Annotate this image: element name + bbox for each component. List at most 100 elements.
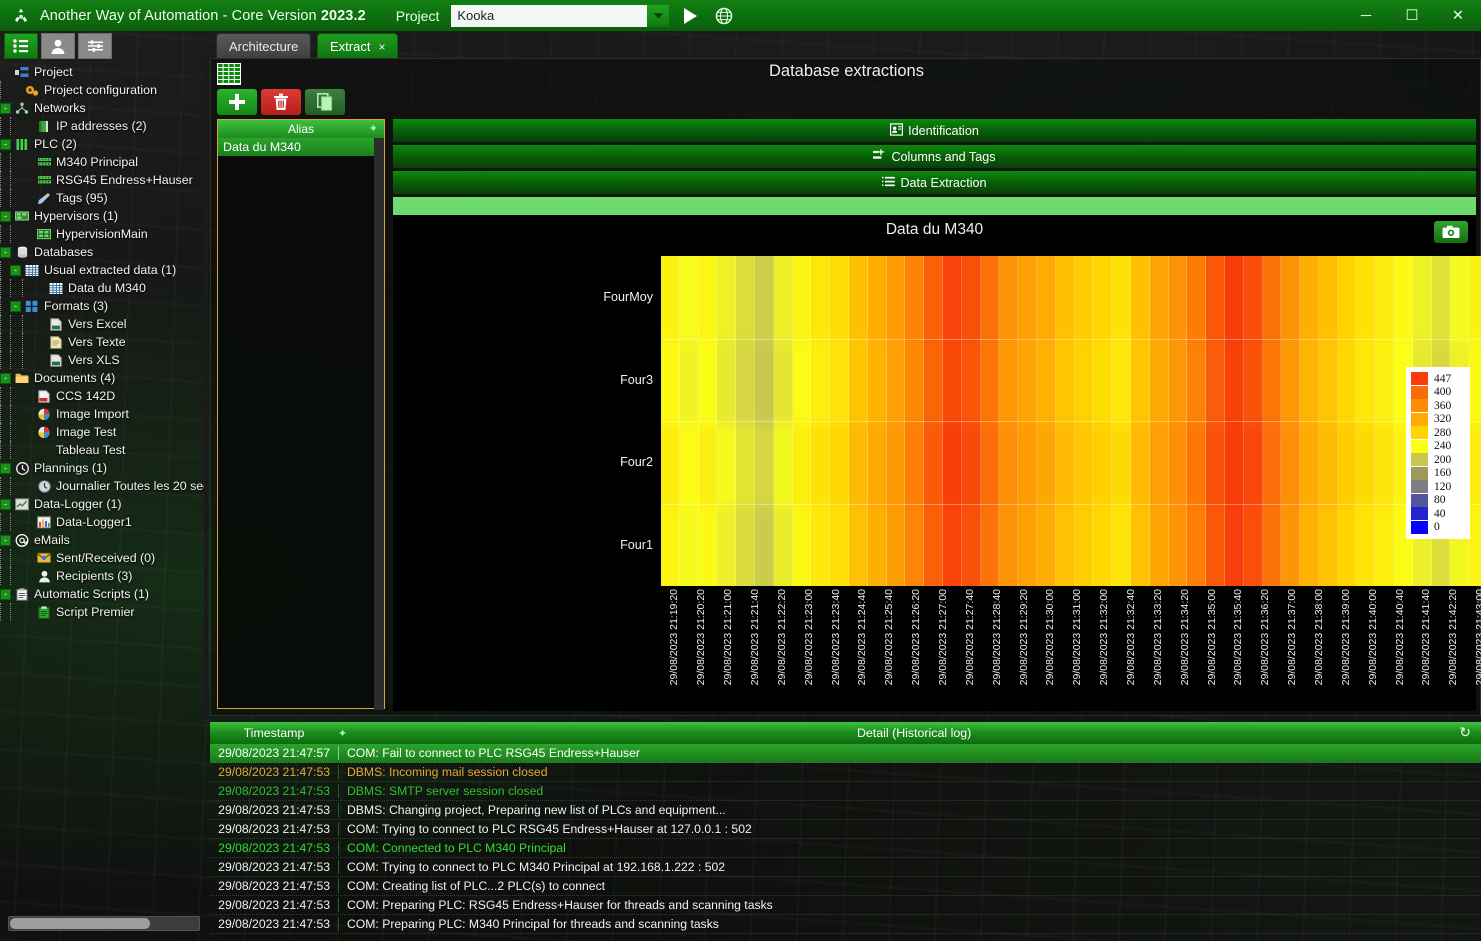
x-axis-tick-label: 29/08/2023 21:20:20	[695, 589, 708, 686]
pin-icon[interactable]: ✦	[338, 727, 347, 740]
x-axis-tick-label: 29/08/2023 21:42:20	[1447, 589, 1460, 686]
x-axis-tick-label: 29/08/2023 21:37:00	[1286, 589, 1299, 686]
sidebar-item-vers-excel[interactable]: Vers Excel	[0, 315, 208, 333]
section-identification[interactable]: Identification	[393, 119, 1476, 143]
project-tree: Project Project configuration - Networks IP …	[0, 63, 208, 621]
sidebar-item-tags-95[interactable]: Tags (95)	[0, 189, 208, 207]
alias-column-header[interactable]: Alias ✦	[218, 120, 384, 138]
table-row[interactable]: 29/08/2023 21:47:53 COM: Trying to connec…	[210, 858, 1481, 877]
project-select[interactable]: Kooka	[451, 4, 670, 27]
sidebar-item-journalier-toutes-les-20-seco[interactable]: Journalier Toutes les 20 seco	[0, 477, 208, 495]
section-columns-and-tags[interactable]: Columns and Tags	[393, 145, 1476, 169]
play-icon[interactable]	[677, 6, 703, 26]
log-message: COM: Creating list of PLC...2 PLC(s) to …	[338, 879, 1481, 893]
log-col-detail[interactable]: Detail (Historical log)	[347, 726, 1481, 740]
sidebar-item-vers-texte[interactable]: Vers Texte	[0, 333, 208, 351]
maximize-button[interactable]: ☐	[1389, 0, 1435, 31]
tab-architecture[interactable]: Architecture	[216, 33, 312, 59]
x-axis-tick-label: 29/08/2023 21:19:20	[668, 589, 681, 686]
table-row[interactable]: 29/08/2023 21:47:53 COM: Preparing PLC: M…	[210, 915, 1481, 934]
close-icon[interactable]: ×	[378, 40, 385, 54]
section-data-extraction[interactable]: Data Extraction	[393, 171, 1476, 195]
sidebar-item-label: Data-Logger (1)	[34, 497, 122, 511]
camera-icon[interactable]	[1434, 221, 1468, 243]
sidebar-item-plannings-1[interactable]: - Plannings (1)	[0, 459, 208, 477]
sidebar-horizontal-scrollbar[interactable]	[8, 916, 200, 931]
sidebar-item-networks[interactable]: - Networks	[0, 99, 208, 117]
sidebar-item-script-premier[interactable]: Script Premier	[0, 603, 208, 621]
bars-icon	[14, 137, 30, 152]
sidebar-item-sent-received-0[interactable]: Sent/Received (0)	[0, 549, 208, 567]
sidebar-item-ip-addresses-2[interactable]: IP addresses (2)	[0, 117, 208, 135]
sidebar-item-formats-3[interactable]: - Formats (3)	[0, 297, 208, 315]
sidebar-item-ccs-142d[interactable]: CCS 142D	[0, 387, 208, 405]
sidebar-item-automatic-scripts-1[interactable]: - Automatic Scripts (1)	[0, 585, 208, 603]
sidebar-toolbar	[4, 33, 112, 59]
sidebar-item-vers-xls[interactable]: Vers XLS	[0, 351, 208, 369]
sidebar-item-label: Documents (4)	[34, 371, 116, 385]
log-timestamp: 29/08/2023 21:47:53	[218, 803, 330, 817]
sidebar-item-documents-4[interactable]: - Documents (4)	[0, 369, 208, 387]
tree-expander[interactable]: -	[10, 300, 21, 312]
table-row[interactable]: 29/08/2023 21:47:53 COM: Creating list of…	[210, 877, 1481, 896]
refresh-icon[interactable]: ↻	[1459, 724, 1471, 741]
tree-expander[interactable]: -	[0, 102, 11, 114]
sidebar-item-hypervisionmain[interactable]: HypervisionMain	[0, 225, 208, 243]
table-row[interactable]: 29/08/2023 21:47:53 DBMS: SMTP server ses…	[210, 782, 1481, 801]
sidebar-item-project[interactable]: Project	[0, 63, 208, 81]
sidebar-item-data-du-m340[interactable]: Data du M340	[0, 279, 208, 297]
tag-icon	[36, 191, 52, 206]
sidebar-item-plc-2[interactable]: - PLC (2)	[0, 135, 208, 153]
minimize-button[interactable]: ─	[1343, 0, 1389, 31]
table-row[interactable]: 29/08/2023 21:47:53 DBMS: Changing projec…	[210, 801, 1481, 820]
settings-button[interactable]	[78, 33, 112, 59]
sidebar-item-usual-extracted-data-1[interactable]: - Usual extracted data (1)	[0, 261, 208, 279]
legend-label: 160	[1434, 467, 1452, 480]
duplicate-button[interactable]	[305, 89, 345, 115]
sidebar-item-tableau-test[interactable]: Tableau Test	[0, 441, 208, 459]
tree-expander[interactable]: -	[0, 210, 11, 222]
delete-button[interactable]	[261, 89, 301, 115]
tree-expander[interactable]: -	[0, 138, 11, 150]
table-row[interactable]: 29/08/2023 21:47:53 COM: Connected to PLC…	[210, 839, 1481, 858]
sidebar-item-image-test[interactable]: Image Test	[0, 423, 208, 441]
sort-icon[interactable]: ✦	[369, 122, 378, 135]
tree-expander[interactable]: -	[0, 498, 11, 510]
title-bar: Another Way of Automation - Core Version…	[0, 0, 1481, 31]
sidebar-item-data-logger1[interactable]: Data-Logger1	[0, 513, 208, 531]
sidebar-item-rsg45-endress-hauser[interactable]: RSG45 Endress+Hauser	[0, 171, 208, 189]
tree-expander[interactable]: -	[0, 372, 11, 384]
table-row[interactable]: 29/08/2023 21:47:53 DBMS: Incoming mail s…	[210, 763, 1481, 782]
sidebar-item-recipients-3[interactable]: Recipients (3)	[0, 567, 208, 585]
tree-expander[interactable]: -	[0, 246, 11, 258]
tab-label: Architecture	[229, 39, 299, 54]
close-button[interactable]: ✕	[1435, 0, 1481, 31]
sidebar-item-data-logger-1[interactable]: - Data-Logger (1)	[0, 495, 208, 513]
list-view-button[interactable]	[4, 33, 38, 59]
sidebar-item-databases[interactable]: - Databases	[0, 243, 208, 261]
add-button[interactable]	[217, 89, 257, 115]
sidebar-item-emails[interactable]: - eMails	[0, 531, 208, 549]
tab-extract[interactable]: Extract ×	[317, 33, 399, 59]
table-icon	[24, 263, 40, 278]
alias-scrollbar[interactable]	[374, 138, 384, 710]
sidebar-item-hypervisors-1[interactable]: - Hypervisors (1)	[0, 207, 208, 225]
tree-expander[interactable]: -	[10, 264, 21, 276]
sidebar-item-project-configuration[interactable]: Project configuration	[0, 81, 208, 99]
table-row[interactable]: 29/08/2023 21:47:53 COM: Trying to connec…	[210, 820, 1481, 839]
table-row[interactable]: 29/08/2023 21:47:57 COM: Fail to connect …	[210, 744, 1481, 763]
sidebar-item-m340-principal[interactable]: M340 Principal	[0, 153, 208, 171]
globe-icon[interactable]	[713, 7, 735, 25]
legend-label: 320	[1434, 413, 1452, 426]
tree-expander[interactable]: -	[0, 534, 11, 546]
chevron-down-icon[interactable]	[647, 4, 670, 27]
sidebar-item-label: Data du M340	[68, 281, 146, 295]
log-col-timestamp[interactable]: Timestamp	[210, 726, 338, 740]
sidebar-item-image-import[interactable]: Image Import	[0, 405, 208, 423]
table-row[interactable]: 29/08/2023 21:47:53 COM: Preparing PLC: R…	[210, 896, 1481, 915]
scrollbar-thumb[interactable]	[10, 918, 150, 929]
users-button[interactable]	[41, 33, 75, 59]
tree-expander[interactable]: -	[0, 462, 11, 474]
alias-row-data-du-m340[interactable]: Data du M340	[218, 138, 384, 156]
tree-expander[interactable]: -	[0, 588, 11, 600]
